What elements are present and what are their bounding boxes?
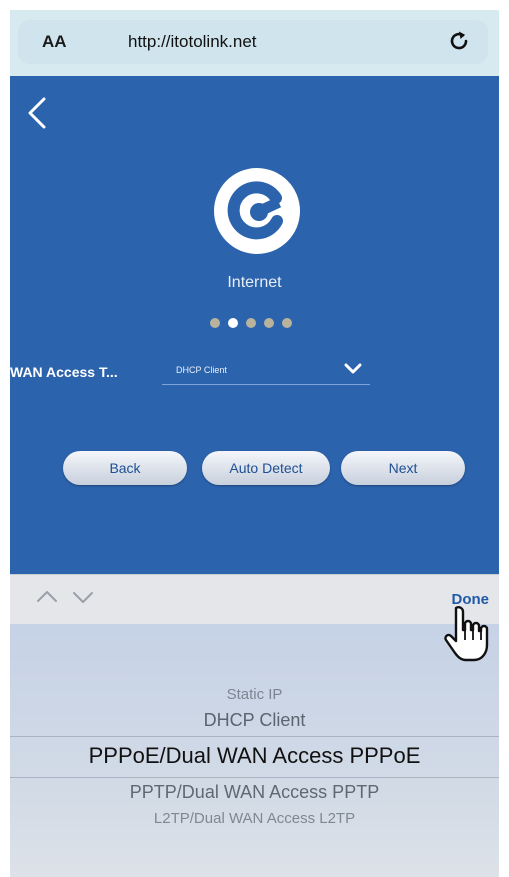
wan-access-value: DHCP Client [176,365,227,375]
url-text[interactable]: http://itotolink.net [128,32,257,52]
picker-option[interactable]: DHCP Client [10,710,499,731]
chevron-down-icon [344,363,362,374]
step-dot [264,318,274,328]
hand-pointer-icon [444,606,489,662]
auto-detect-button[interactable]: Auto Detect [202,451,330,485]
step-dot [282,318,292,328]
back-button[interactable]: Back [63,451,187,485]
wan-access-label: WAN Access T... [10,364,118,380]
chevron-down-icon[interactable] [72,589,94,605]
picker-toolbar: Done [10,574,499,625]
internet-logo-icon [214,168,300,254]
next-button[interactable]: Next [341,451,465,485]
reload-icon[interactable] [446,28,472,54]
step-indicator [210,318,292,328]
address-bar[interactable]: AA http://itotolink.net [18,20,488,64]
option-picker-wheel[interactable]: Static IP DHCP Client PPPoE/Dual WAN Acc… [10,624,499,877]
picker-option[interactable]: L2TP/Dual WAN Access L2TP [10,810,499,827]
picker-option-selected[interactable]: PPPoE/Dual WAN Access PPPoE [10,743,499,769]
page-title: Internet [227,274,282,291]
phone-screen: AA http://itotolink.net Internet WAN Acc… [10,10,499,877]
picker-option[interactable]: Static IP [10,686,499,703]
step-dot [246,318,256,328]
picker-option[interactable]: PPTP/Dual WAN Access PPTP [10,782,499,803]
step-dot-active [228,318,238,328]
chevron-left-icon[interactable] [26,96,48,130]
wan-access-select[interactable]: DHCP Client [162,358,370,385]
chevron-up-icon[interactable] [36,589,58,605]
browser-toolbar: AA http://itotolink.net [10,10,499,76]
text-size-button[interactable]: AA [42,32,67,52]
step-dot [210,318,220,328]
